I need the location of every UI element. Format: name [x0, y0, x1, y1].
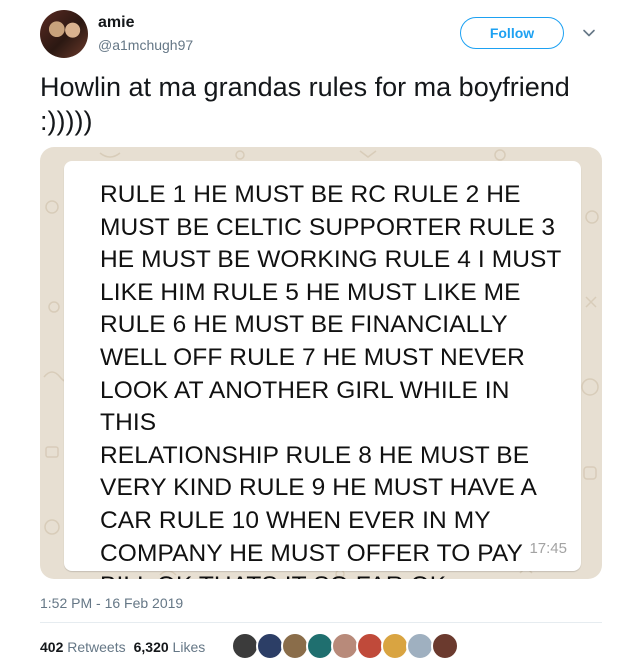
message-line: RELATIONSHIP RULE 8 HE MUST BE [100, 441, 530, 469]
message-line: LIKE HIM RULE 5 HE MUST LIKE ME [100, 278, 521, 306]
liker-avatar[interactable] [256, 632, 284, 660]
message-time: 17:45 [529, 540, 567, 557]
follow-button[interactable]: Follow [460, 17, 564, 49]
chevron-down-icon[interactable] [582, 26, 596, 40]
liker-avatar[interactable] [356, 632, 384, 660]
liker-avatar[interactable] [431, 632, 459, 660]
chat-message-bubble: RULE 1 HE MUST BE RC RULE 2 HE MUST BE C… [64, 161, 581, 579]
message-line: CAR RULE 10 WHEN EVER IN MY [100, 506, 491, 534]
liker-avatar[interactable] [231, 632, 259, 660]
message-line: VERY KIND RULE 9 HE MUST HAVE A [100, 474, 537, 502]
message-line: WELL OFF RULE 7 HE MUST NEVER [100, 343, 525, 371]
message-line: COMPANY HE MUST OFFER TO PAY [100, 539, 523, 567]
divider [40, 622, 602, 623]
likes-stat[interactable]: 6,320 Likes [134, 639, 206, 655]
message-line: BILL OK THATS IT SO FAR OK [100, 570, 570, 579]
author-handle[interactable]: @a1mchugh97 [98, 37, 193, 53]
tweet-text: Howlin at ma grandas rules for ma boyfri… [40, 72, 570, 136]
message-line: MUST BE CELTIC SUPPORTER RULE 3 [100, 213, 556, 241]
chat-message-text: RULE 1 HE MUST BE RC RULE 2 HE MUST BE C… [100, 179, 570, 579]
retweets-stat[interactable]: 402 Retweets [40, 639, 126, 655]
liker-avatar[interactable] [306, 632, 334, 660]
liker-avatar[interactable] [381, 632, 409, 660]
tweet-image[interactable]: RULE 1 HE MUST BE RC RULE 2 HE MUST BE C… [40, 147, 602, 579]
tweet-stats: 402 Retweets 6,320 Likes [40, 639, 205, 655]
message-line: LOOK AT ANOTHER GIRL WHILE IN THIS [100, 376, 510, 437]
liker-avatar[interactable] [281, 632, 309, 660]
tweet-timestamp[interactable]: 1:52 PM - 16 Feb 2019 [40, 595, 183, 611]
message-line: RULE 1 HE MUST BE RC RULE 2 HE [100, 181, 521, 208]
liker-avatar[interactable] [406, 632, 434, 660]
message-line: RULE 6 HE MUST BE FINANCIALLY [100, 311, 508, 339]
liker-avatar[interactable] [331, 632, 359, 660]
message-line: HE MUST BE WORKING RULE 4 I MUST [100, 246, 562, 274]
liker-avatars [231, 632, 459, 660]
author-avatar[interactable] [40, 10, 88, 58]
author-name[interactable]: amie [98, 14, 134, 32]
